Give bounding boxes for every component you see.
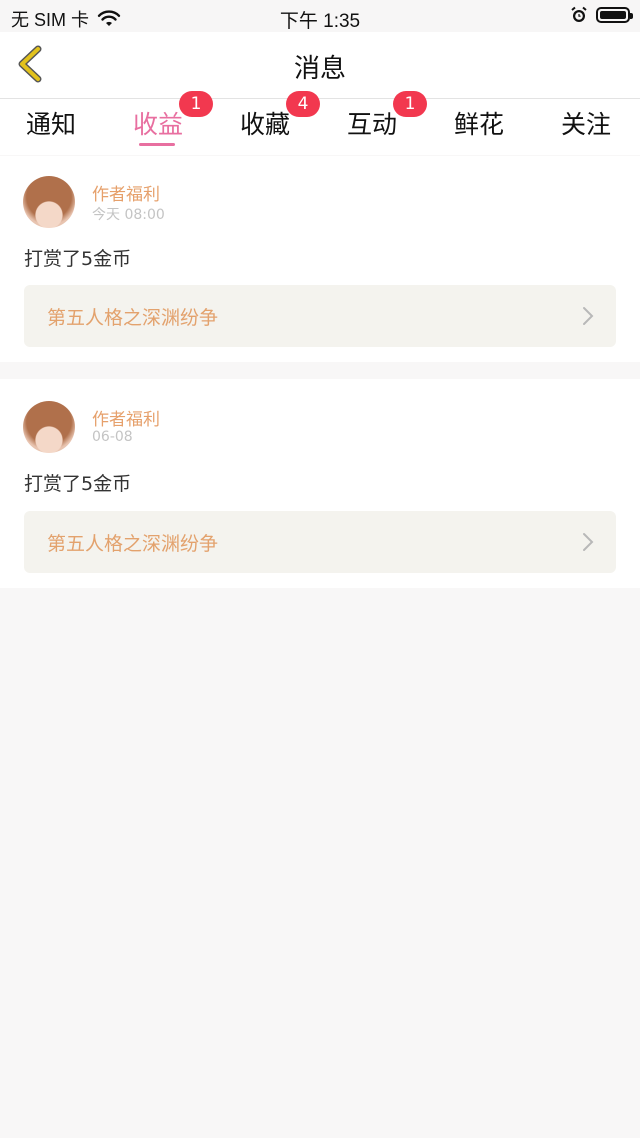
unread-badge: 1 <box>179 91 213 117</box>
tab-label: 关注 <box>560 110 611 139</box>
tab-label: 互动 <box>346 110 397 139</box>
avatar[interactable] <box>23 176 75 228</box>
chevron-right-icon <box>583 307 594 325</box>
avatar[interactable] <box>23 401 75 453</box>
message-card: 作者福利 今天 08:00 打赏了5金币 第五人格之深渊纷争 <box>0 156 640 362</box>
tab-label: 收藏 <box>239 110 290 139</box>
message-text: 打赏了5金币 <box>24 248 132 270</box>
message-text: 打赏了5金币 <box>24 473 132 495</box>
tab-flowers[interactable]: 鲜花 <box>439 105 519 141</box>
tab-favorites[interactable]: 收藏 4 <box>225 91 320 141</box>
author-name[interactable]: 作者福利 <box>92 180 160 205</box>
unread-badge: 4 <box>286 91 320 117</box>
message-card: 作者福利 06-08 打赏了5金币 第五人格之深渊纷争 <box>0 379 640 588</box>
book-link[interactable]: 第五人格之深渊纷争 <box>24 511 616 573</box>
nav-bar: 消息 <box>0 32 640 99</box>
tab-label: 通知 <box>25 110 76 139</box>
message-time: 今天 08:00 <box>92 207 165 223</box>
book-title: 第五人格之深渊纷争 <box>47 307 219 329</box>
unread-badge: 1 <box>393 91 427 117</box>
tab-follows[interactable]: 关注 <box>546 105 626 141</box>
tab-interactions[interactable]: 互动 1 <box>332 91 427 141</box>
page-title: 消息 <box>293 54 346 84</box>
status-right <box>570 6 633 24</box>
author-name[interactable]: 作者福利 <box>92 405 160 430</box>
active-tab-indicator <box>139 143 175 146</box>
tab-notifications[interactable]: 通知 <box>11 105 91 141</box>
tab-label: 鲜花 <box>453 110 504 139</box>
tab-bar: 通知 收益 1 收藏 4 互动 1 鲜花 关注 <box>0 91 640 155</box>
battery-icon <box>596 7 633 23</box>
tab-earnings[interactable]: 收益 1 <box>118 91 213 146</box>
alarm-icon <box>571 6 587 22</box>
status-bar: 无 SIM 卡 下午 1:35 <box>0 0 640 32</box>
book-title: 第五人格之深渊纷争 <box>47 533 219 555</box>
message-time: 06-08 <box>92 429 133 445</box>
status-time: 下午 1:35 <box>279 11 361 32</box>
book-link[interactable]: 第五人格之深渊纷争 <box>24 285 616 347</box>
chevron-right-icon <box>583 533 594 551</box>
tab-label: 收益 <box>132 110 183 139</box>
